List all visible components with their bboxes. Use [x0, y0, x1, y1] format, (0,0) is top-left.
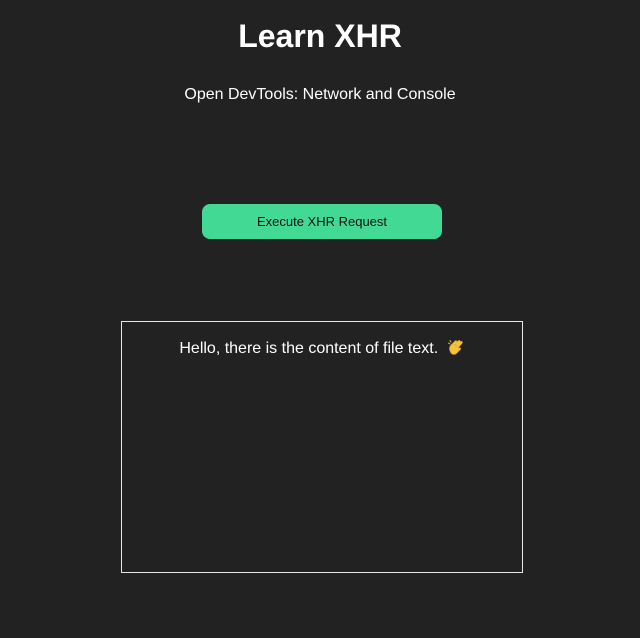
page-subtitle: Open DevTools: Network and Console	[184, 86, 456, 103]
clapping-hands-icon	[447, 338, 465, 356]
response-output-line: Hello, there is the content of file text…	[122, 338, 522, 359]
execute-xhr-button[interactable]: Execute XHR Request	[202, 204, 442, 239]
response-text: Hello, there is the content of file text…	[179, 340, 439, 357]
page-title: Learn XHR	[238, 18, 402, 54]
response-output-box: Hello, there is the content of file text…	[121, 321, 523, 573]
